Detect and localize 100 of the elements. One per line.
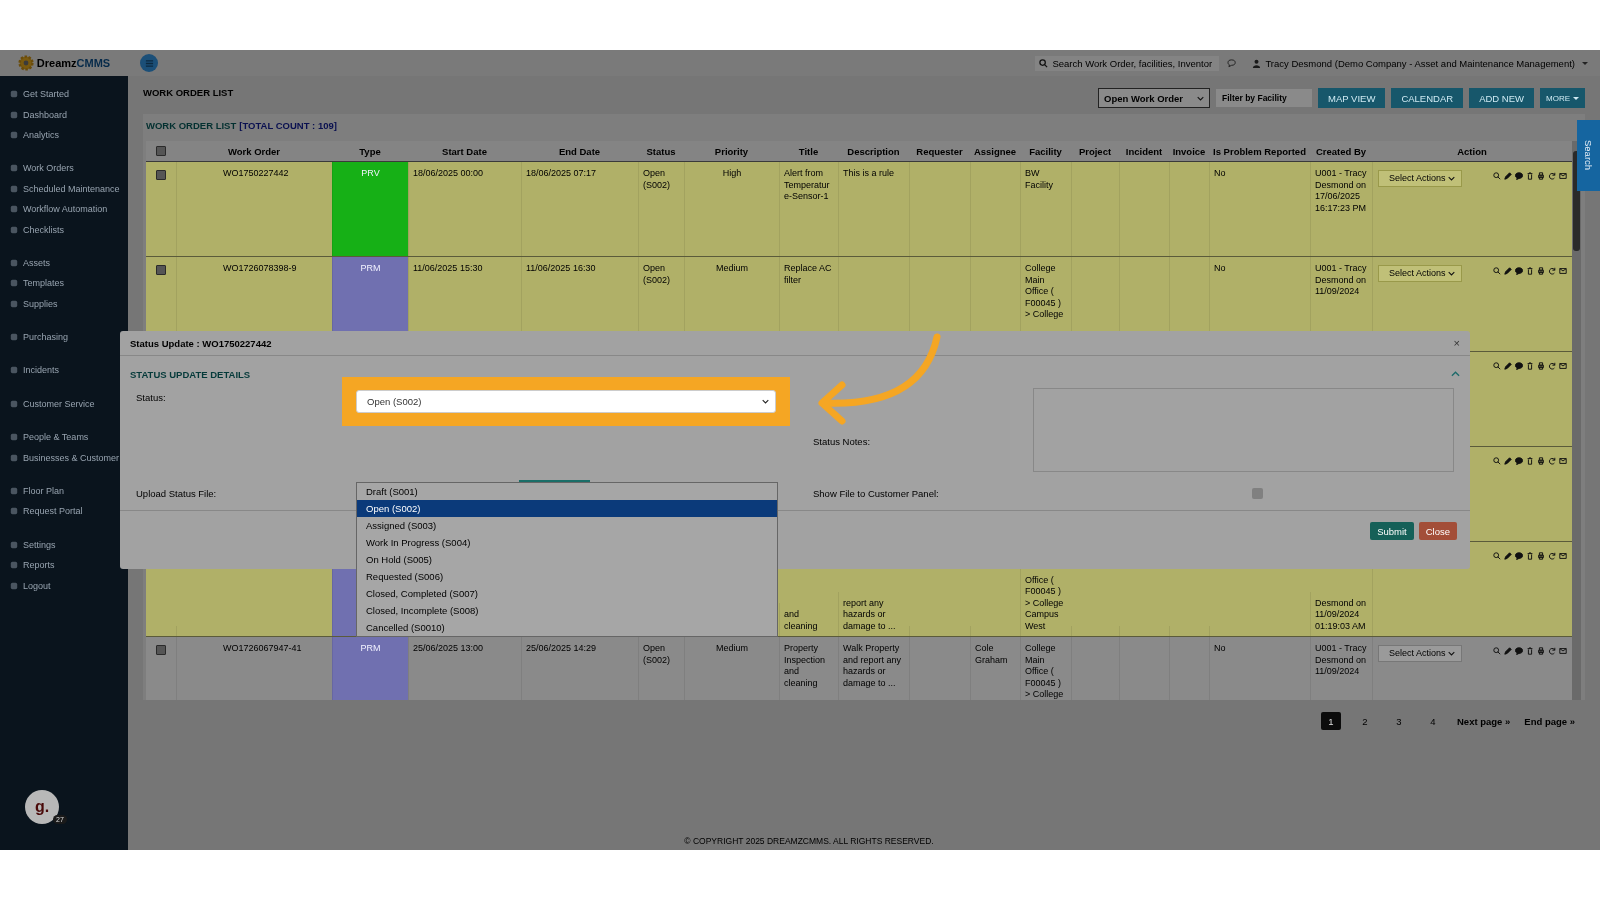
speech-bubble-icon[interactable] (1515, 362, 1523, 370)
dropdown-option[interactable]: Closed, Incomplete (S008) (357, 602, 777, 619)
user-menu[interactable]: Tracy Desmond (Demo Company - Asset and Maintenance Management) (1252, 57, 1588, 69)
refresh-icon[interactable] (1548, 457, 1556, 465)
pencil-icon[interactable] (1504, 362, 1512, 370)
sidebar-item[interactable]: Assets (0, 252, 128, 274)
refresh-icon[interactable] (1548, 647, 1556, 655)
page-link[interactable]: 2 (1355, 712, 1375, 730)
printer-icon[interactable] (1537, 457, 1545, 465)
submit-button[interactable]: Submit (1370, 522, 1414, 540)
printer-icon[interactable] (1537, 647, 1545, 655)
sidebar-item[interactable]: Work Orders (0, 158, 128, 179)
column-header[interactable]: Priority (684, 141, 779, 161)
printer-icon[interactable] (1537, 552, 1545, 560)
checkbox[interactable] (1252, 488, 1263, 499)
sidebar-item[interactable]: Workflow Automation (0, 198, 128, 220)
dropdown-option[interactable]: Assigned (S003) (357, 517, 777, 534)
column-header[interactable]: Action (1372, 141, 1572, 161)
column-header[interactable]: Is Problem Reported (1209, 141, 1310, 161)
view-select[interactable]: Open Work Order (1098, 88, 1211, 108)
search-icon[interactable] (1493, 267, 1501, 275)
speech-bubble-icon[interactable] (1515, 267, 1523, 275)
sidebar-item[interactable]: Customer Service (0, 393, 128, 415)
action-select[interactable]: Select Actions (1378, 645, 1462, 662)
trash-icon[interactable] (1526, 552, 1534, 560)
printer-icon[interactable] (1537, 362, 1545, 370)
speech-bubble-icon[interactable] (1515, 552, 1523, 560)
column-header[interactable]: Facility (1020, 141, 1071, 161)
envelope-icon[interactable] (1559, 457, 1567, 465)
chat-icon[interactable] (1227, 58, 1239, 68)
dropdown-option[interactable]: On Hold (S005) (357, 551, 777, 568)
scroll-bar[interactable] (1572, 141, 1581, 700)
search-icon[interactable] (1493, 457, 1501, 465)
toolbar-button[interactable]: ADD NEW (1469, 88, 1534, 108)
pencil-icon[interactable] (1504, 267, 1512, 275)
column-header[interactable]: Project (1071, 141, 1119, 161)
refresh-icon[interactable] (1548, 172, 1556, 180)
column-header[interactable]: Work Order (176, 141, 332, 161)
search-icon[interactable] (1493, 362, 1501, 370)
search-icon[interactable] (1493, 172, 1501, 180)
sidebar-item[interactable]: Reports (0, 555, 128, 576)
column-header[interactable]: Type (332, 141, 408, 161)
sidebar-item[interactable]: Supplies (0, 293, 128, 314)
envelope-icon[interactable] (1559, 172, 1567, 180)
checkbox[interactable] (156, 645, 166, 655)
search-icon[interactable] (1493, 647, 1501, 655)
notes-field[interactable] (1033, 388, 1454, 472)
search-tab[interactable]: Search (1577, 120, 1600, 191)
column-header[interactable]: Requester (909, 141, 970, 161)
page-link[interactable]: End page » (1524, 715, 1575, 727)
more-button[interactable]: MORE (1540, 88, 1585, 108)
sidebar-item[interactable]: Dashboard (0, 104, 128, 125)
sidebar-item[interactable]: Purchasing (0, 326, 128, 348)
sidebar-item[interactable]: Floor Plan (0, 480, 128, 502)
column-header[interactable]: Start Date (408, 141, 521, 161)
sidebar-item[interactable]: Logout (0, 575, 128, 596)
column-header[interactable]: Invoice (1169, 141, 1209, 161)
sidebar-item[interactable]: Scheduled Maintenance (0, 178, 128, 199)
dropdown-option[interactable]: Work In Progress (S004) (357, 534, 777, 551)
checkbox[interactable] (156, 170, 166, 180)
printer-icon[interactable] (1537, 267, 1545, 275)
trash-icon[interactable] (1526, 457, 1534, 465)
speech-bubble-icon[interactable] (1515, 172, 1523, 180)
dropdown-option[interactable]: Cancelled (S0010) (357, 619, 777, 636)
column-header[interactable]: Title (779, 141, 838, 161)
pencil-icon[interactable] (1504, 647, 1512, 655)
page-link[interactable]: 4 (1423, 712, 1443, 730)
trash-icon[interactable] (1526, 172, 1534, 180)
envelope-icon[interactable] (1559, 267, 1567, 275)
sidebar-item[interactable]: Incidents (0, 360, 128, 381)
trash-icon[interactable] (1526, 267, 1534, 275)
sidebar-item[interactable]: Request Portal (0, 501, 128, 522)
pencil-icon[interactable] (1504, 552, 1512, 560)
toolbar-button[interactable]: MAP VIEW (1318, 88, 1386, 108)
sidebar-item[interactable]: Get Started (0, 84, 128, 105)
close-button[interactable]: × (1453, 337, 1460, 349)
envelope-icon[interactable] (1559, 552, 1567, 560)
envelope-icon[interactable] (1559, 362, 1567, 370)
column-header[interactable]: Assignee (970, 141, 1020, 161)
toolbar-button[interactable]: CALENDAR (1391, 88, 1464, 108)
menu-button[interactable] (140, 54, 158, 72)
column-header[interactable]: Status (638, 141, 684, 161)
checkbox[interactable] (156, 146, 166, 156)
refresh-icon[interactable] (1548, 362, 1556, 370)
speech-bubble-icon[interactable] (1515, 647, 1523, 655)
sidebar-item[interactable]: Settings (0, 534, 128, 556)
speech-bubble-icon[interactable] (1515, 457, 1523, 465)
checkbox[interactable] (156, 265, 166, 275)
pencil-icon[interactable] (1504, 457, 1512, 465)
dropdown-option[interactable]: Closed, Completed (S007) (357, 585, 777, 602)
action-select[interactable]: Select Actions (1378, 265, 1462, 282)
trash-icon[interactable] (1526, 362, 1534, 370)
pencil-icon[interactable] (1504, 172, 1512, 180)
column-header[interactable]: Incident (1119, 141, 1169, 161)
dropdown-option[interactable]: Open (S002) (357, 500, 777, 517)
sidebar-item[interactable]: Businesses & Customer (0, 447, 128, 468)
sidebar-item[interactable]: Checklists (0, 219, 128, 240)
sidebar-item[interactable]: Templates (0, 273, 128, 294)
refresh-icon[interactable] (1548, 552, 1556, 560)
page-link[interactable]: Next page » (1457, 715, 1511, 727)
